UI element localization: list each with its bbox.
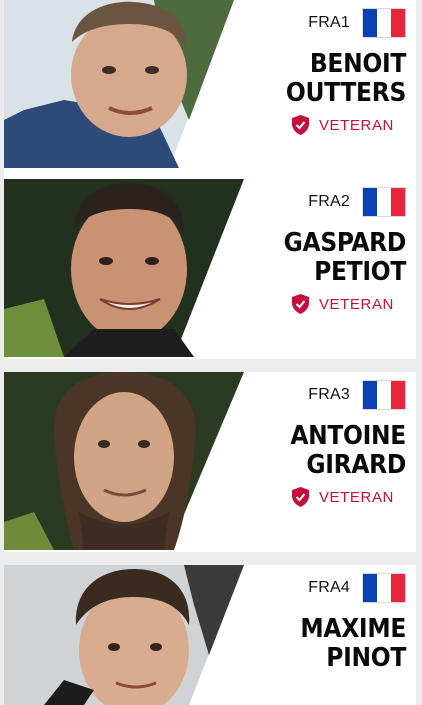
veteran-label: VETERAN	[318, 488, 394, 506]
athlete-last-name: PETIOT	[314, 257, 406, 287]
athlete-list: FRA1 BENOIT OUTTERS VETERAN FRA2 GASPARD…	[0, 0, 422, 705]
france-flag-icon	[362, 380, 406, 410]
athlete-last-name: GIRARD	[306, 450, 406, 480]
athlete-first-name: ANTOINE	[290, 421, 406, 451]
athlete-name: MAXIME PINOT	[300, 615, 406, 673]
shield-check-icon	[291, 487, 309, 507]
athlete-card[interactable]: FRA2 GASPARD PETIOT VETERAN	[4, 179, 416, 359]
france-flag-icon	[362, 187, 406, 217]
veteran-label: VETERAN	[318, 295, 394, 313]
veteran-badge: VETERAN	[291, 294, 394, 314]
france-flag-icon	[362, 573, 406, 603]
bib-number: FRA1	[308, 14, 350, 31]
veteran-label: VETERAN	[318, 116, 394, 134]
athlete-first-name: BENOIT	[309, 49, 406, 79]
athlete-name: ANTOINE GIRARD	[290, 422, 406, 480]
athlete-card[interactable]: FRA1 BENOIT OUTTERS VETERAN	[4, 0, 416, 180]
veteran-badge: VETERAN	[291, 487, 394, 507]
athlete-card[interactable]: FRA3 ANTOINE GIRARD VETERAN	[4, 372, 416, 552]
athlete-name: GASPARD PETIOT	[283, 228, 407, 287]
veteran-badge: VETERAN	[291, 115, 394, 135]
athlete-first-name: GASPARD	[283, 228, 407, 258]
athlete-last-name: OUTTERS	[285, 78, 406, 108]
bib-number: FRA3	[308, 386, 350, 403]
athlete-first-name: MAXIME	[300, 614, 406, 644]
athlete-card[interactable]: FRA4 MAXIME PINOT	[4, 565, 416, 705]
bib-number: FRA2	[308, 193, 350, 210]
shield-check-icon	[291, 294, 309, 314]
france-flag-icon	[362, 8, 406, 38]
athlete-last-name: PINOT	[326, 643, 406, 673]
bib-number: FRA4	[308, 579, 350, 596]
athlete-name: BENOIT OUTTERS	[286, 50, 406, 108]
shield-check-icon	[291, 115, 309, 135]
